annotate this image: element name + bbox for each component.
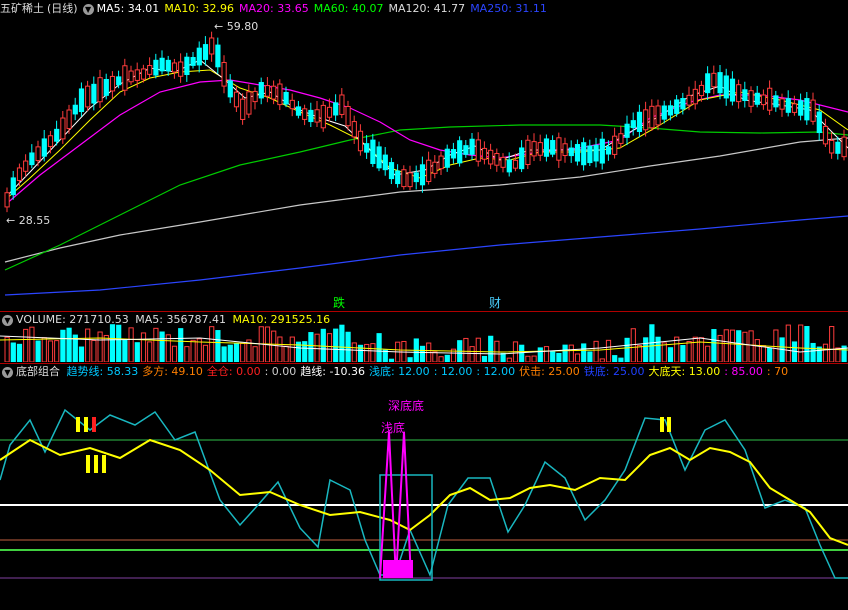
- deep-bottom-label: 深底底: [388, 398, 424, 413]
- signal-marker-top-2: [92, 417, 96, 432]
- deep-bottom-bar: [383, 560, 413, 578]
- shallow-bottom-label: 浅底: [381, 420, 405, 435]
- signal-marker-mid-0: [86, 455, 90, 473]
- signal-marker-right-1: [667, 417, 671, 432]
- indicator-chart[interactable]: 深底底浅底: [0, 0, 848, 610]
- trend-oscillator-line: [0, 408, 848, 579]
- signal-marker-right-0: [660, 417, 664, 432]
- signal-marker-mid-1: [94, 455, 98, 473]
- signal-marker-top-0: [76, 417, 80, 432]
- signal-marker-top-1: [84, 417, 88, 432]
- bull-line: [0, 438, 848, 546]
- signal-marker-mid-2: [102, 455, 106, 473]
